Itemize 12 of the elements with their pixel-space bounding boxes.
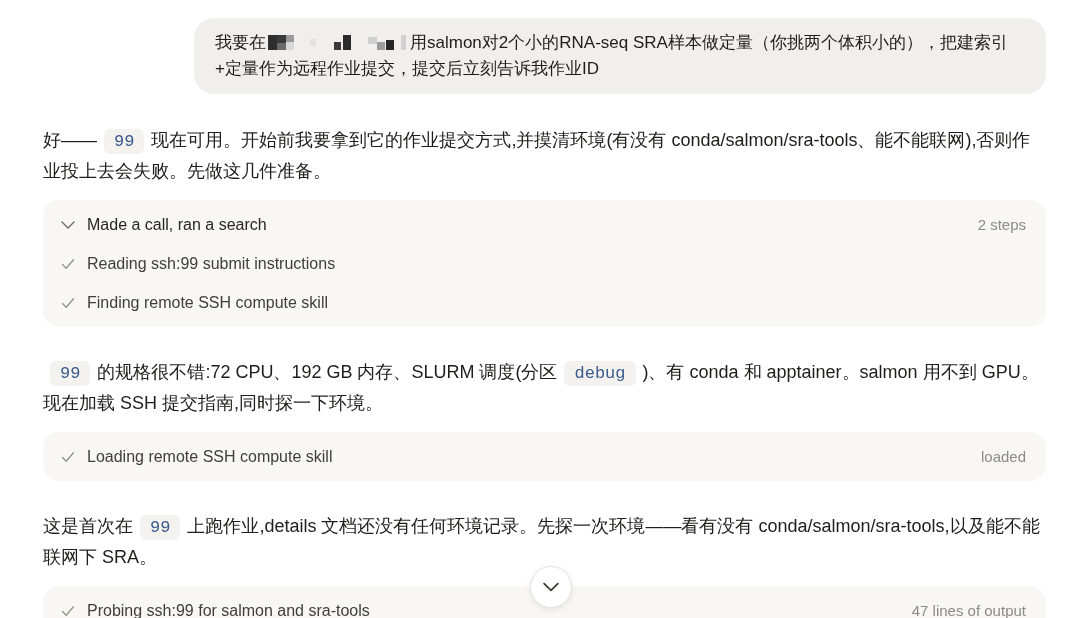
step-count: 2 steps: [977, 216, 1026, 233]
step-label: Reading ssh:99 submit instructions: [87, 254, 336, 273]
scroll-down-button[interactable]: [530, 566, 572, 608]
assistant-paragraph: 99 的规格很不错:72 CPU、192 GB 内存、SLURM 调度(分区 debug )、有 conda 和 apptainer。salmon 用不到 GPU。现在加载 SSH 提交指南,同时探一下环境。: [43, 360, 1040, 415]
step-label: Finding remote SSH compute skill: [87, 293, 328, 312]
step-status: loaded: [980, 448, 1026, 465]
assistant-paragraph: 好—— 99 现在可用。开始前我要拿到它的作业提交方式,并摸清环境(有没有 conda/salmon/sra-tools、能不能联网),否则作业投上去会失败。先做这几件准备。: [43, 128, 1032, 183]
user-message-text: 我要在 用salmon对2个小的RNA-seq SRA样本做定量（你挑两个体积小的），把建索引+定量作为远程作业提交，提交后立刻告诉我作业ID: [215, 32, 1009, 80]
steps-toggle[interactable]: Made a call, ran a search: [61, 215, 267, 234]
step-label: Probing ssh:99 for salmon and sra-tools: [87, 601, 370, 618]
assistant-paragraph: 这是首次在 99 上跑作业,details 文档还没有任何环境记录。先探一次环境——看有没有 conda/salmon/sra-tools,以及能不能联网下 SRA。: [43, 514, 1041, 569]
step-label: Loading remote SSH compute skill: [87, 447, 333, 466]
